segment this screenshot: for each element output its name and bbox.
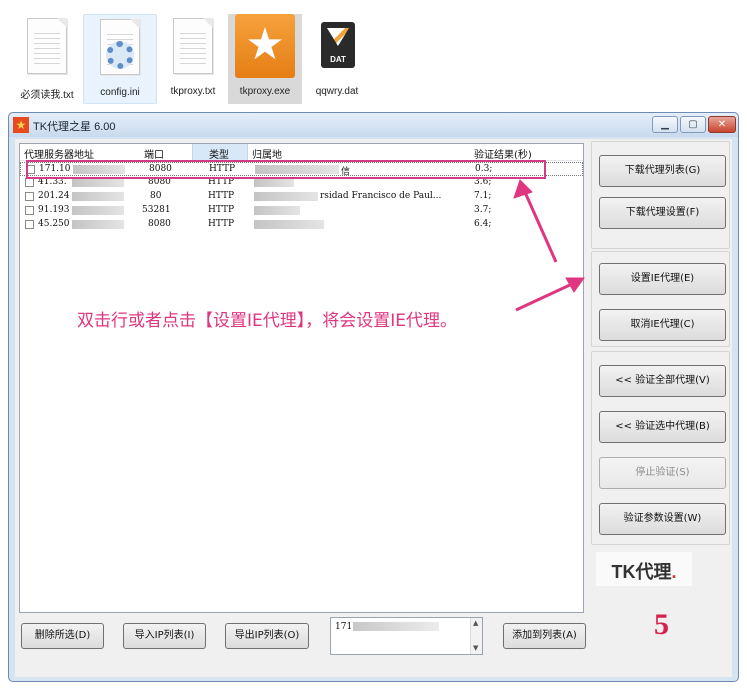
redacted-blur [72, 192, 124, 201]
column-header-port[interactable]: 端口 [144, 146, 164, 161]
file-name: qqwry.dat [315, 86, 359, 97]
export-ip-list-button[interactable]: 导出IP列表(O) [225, 623, 309, 649]
cell-result: 7.1; [474, 191, 492, 201]
cell-type: HTTP [208, 219, 235, 229]
scrollbar[interactable]: ▲ ▼ [470, 618, 482, 654]
cell-result: 6.4; [474, 219, 492, 229]
dat-file-icon: DAT [307, 14, 367, 82]
list-header: 代理服务器地址 端口 类型 归属地 验证结果(秒) [20, 144, 583, 161]
proxy-list[interactable]: 代理服务器地址 端口 类型 归属地 验证结果(秒) 171.10 8080 HT… [19, 143, 584, 613]
scroll-up-icon[interactable]: ▲ [473, 619, 478, 627]
ip-input-value: 171 [335, 622, 353, 632]
file-name: 必须读我.txt [20, 90, 74, 101]
cell-address: 201.24 [38, 191, 70, 201]
table-row[interactable]: 91.193 53281 HTTP 3.7; [20, 204, 583, 218]
verify-selected-button[interactable]: << 验证选中代理(B) [599, 411, 726, 443]
close-button[interactable]: ✕ [708, 116, 736, 133]
add-to-list-button[interactable]: 添加到列表(A) [503, 623, 586, 649]
redacted-blur [254, 206, 300, 215]
minimize-button[interactable]: ▁ [652, 116, 678, 133]
file-name: config.ini [100, 87, 140, 98]
logo-text: TK代理 [611, 562, 672, 582]
verify-all-button[interactable]: << 验证全部代理(V) [599, 365, 726, 397]
annotation-text: 双击行或者点击【设置IE代理】，将会设置IE代理。 [77, 311, 458, 331]
scroll-down-icon[interactable]: ▼ [473, 644, 478, 652]
ip-input[interactable]: 171 ▲ ▼ [330, 617, 483, 655]
maximize-icon: ▢ [688, 119, 698, 130]
redacted-blur [353, 622, 439, 631]
table-row[interactable]: 201.24 80 HTTP rsidad Francisco de Paul.… [20, 190, 583, 204]
text-file-icon [163, 14, 223, 82]
tk-logo: TK代理. [596, 552, 692, 586]
table-row[interactable]: 45.250 8080 HTTP 6.4; [20, 218, 583, 232]
cancel-ie-proxy-button[interactable]: 取消IE代理(C) [599, 309, 726, 341]
cell-result: 3.7; [474, 205, 492, 215]
cell-location: rsidad Francisco de Paul... [320, 191, 442, 201]
file-name: tkproxy.txt [170, 86, 216, 97]
cell-address: 45.250 [38, 219, 70, 229]
cell-type: HTTP [208, 205, 235, 215]
redacted-blur [254, 220, 324, 229]
text-file-icon [17, 14, 77, 82]
file-tkproxy-exe[interactable]: ★ tkproxy.exe [228, 14, 302, 104]
star-app-icon: ★ [235, 14, 295, 82]
file-qqwry-dat[interactable]: DAT qqwry.dat [300, 14, 374, 104]
import-ip-list-button[interactable]: 导入IP列表(I) [123, 623, 206, 649]
app-window: ★ TK代理之星 6.00 ▁ ▢ ✕ 代理服务器地址 端口 类型 归属地 验证… [8, 112, 739, 682]
file-config[interactable]: config.ini [83, 14, 157, 104]
stop-verify-button[interactable]: 停止验证(S) [599, 457, 726, 489]
redacted-blur [254, 178, 294, 187]
delete-selected-button[interactable]: 删除所选(D) [21, 623, 104, 649]
close-icon: ✕ [717, 119, 727, 130]
title-bar[interactable]: ★ TK代理之星 6.00 ▁ ▢ ✕ [9, 113, 738, 137]
redacted-blur [72, 206, 124, 215]
redacted-blur [72, 220, 124, 229]
highlight-box [26, 160, 546, 179]
verify-params-button[interactable]: 验证参数设置(W) [599, 503, 726, 535]
star-app-icon: ★ [13, 117, 29, 133]
cell-port: 8080 [148, 219, 171, 229]
step-number: 5 [654, 608, 669, 641]
row-checkbox[interactable] [25, 178, 34, 187]
set-ie-proxy-button[interactable]: 设置IE代理(E) [599, 263, 726, 295]
redacted-blur [72, 178, 124, 187]
row-checkbox[interactable] [25, 206, 34, 215]
column-header-type[interactable]: 类型 [192, 144, 248, 161]
file-tkproxy-txt[interactable]: tkproxy.txt [156, 14, 230, 104]
download-proxy-list-button[interactable]: 下载代理列表(G) [599, 155, 726, 187]
column-header-location[interactable]: 归属地 [252, 146, 282, 161]
row-checkbox[interactable] [25, 192, 34, 201]
download-proxy-settings-button[interactable]: 下载代理设置(F) [599, 197, 726, 229]
row-checkbox[interactable] [25, 220, 34, 229]
cell-port: 53281 [142, 205, 171, 215]
minimize-icon: ▁ [661, 119, 669, 130]
settings-file-icon [90, 15, 150, 83]
file-readme[interactable]: 必须读我.txt [10, 14, 84, 104]
client-area: 代理服务器地址 端口 类型 归属地 验证结果(秒) 171.10 8080 HT… [15, 139, 732, 677]
redacted-blur [254, 192, 318, 201]
column-header-result[interactable]: 验证结果(秒) [474, 146, 532, 161]
column-header-address[interactable]: 代理服务器地址 [24, 146, 94, 161]
window-title: TK代理之星 6.00 [33, 121, 116, 133]
logo-dot: . [671, 562, 677, 582]
maximize-button[interactable]: ▢ [680, 116, 706, 133]
cell-type: HTTP [208, 191, 235, 201]
explorer-file-strip: 必须读我.txt config.ini tkproxy.txt ★ tkprox… [0, 0, 747, 108]
file-name: tkproxy.exe [239, 86, 291, 97]
cell-address: 91.193 [38, 205, 70, 215]
cell-port: 80 [150, 191, 162, 201]
